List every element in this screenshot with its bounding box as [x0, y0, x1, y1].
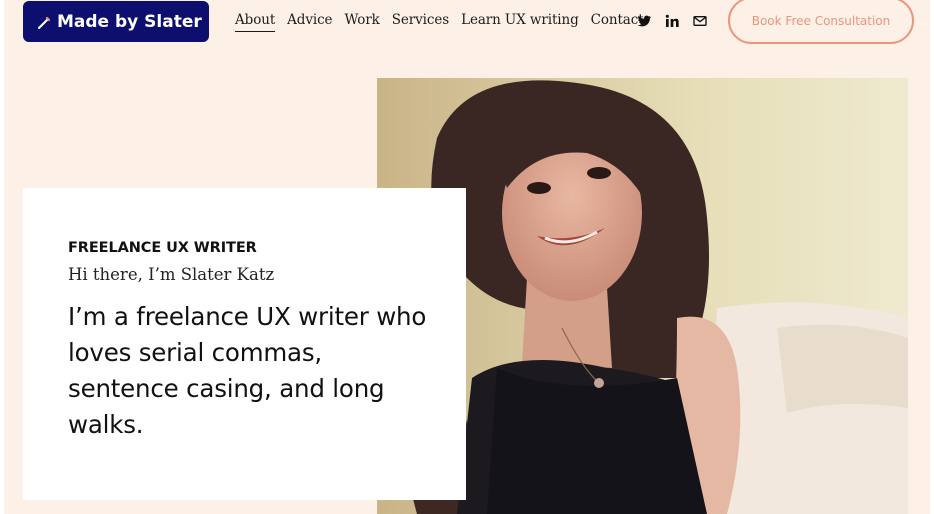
linkedin-icon[interactable] — [664, 13, 680, 29]
pen-icon — [37, 15, 51, 29]
page-edge-right — [930, 0, 934, 514]
nav-item-advice[interactable]: Advice — [287, 12, 332, 32]
social-links — [636, 13, 708, 29]
nav-item-services[interactable]: Services — [392, 12, 449, 32]
book-consultation-button[interactable]: Book Free Consultation — [728, 0, 914, 44]
page-edge-left — [0, 0, 4, 514]
brand-logo-button[interactable]: Made by Slater — [23, 1, 209, 42]
main-nav: About Advice Work Services Learn UX writ… — [235, 12, 644, 32]
brand-name: Made by Slater — [57, 11, 202, 32]
twitter-icon[interactable] — [636, 13, 652, 29]
nav-item-about[interactable]: About — [235, 12, 275, 32]
hero-headline: I’m a freelance UX writer who loves seri… — [68, 302, 427, 439]
nav-item-learn-ux-writing[interactable]: Learn UX writing — [461, 12, 579, 32]
nav-item-work[interactable]: Work — [344, 12, 379, 32]
greeting-text: Hi there, I’m Slater Katz — [68, 265, 275, 284]
eyebrow-title: FREELANCE UX WRITER — [68, 240, 257, 256]
mail-icon[interactable] — [692, 13, 708, 29]
intro-card: FREELANCE UX WRITER Hi there, I’m Slater… — [23, 188, 466, 500]
